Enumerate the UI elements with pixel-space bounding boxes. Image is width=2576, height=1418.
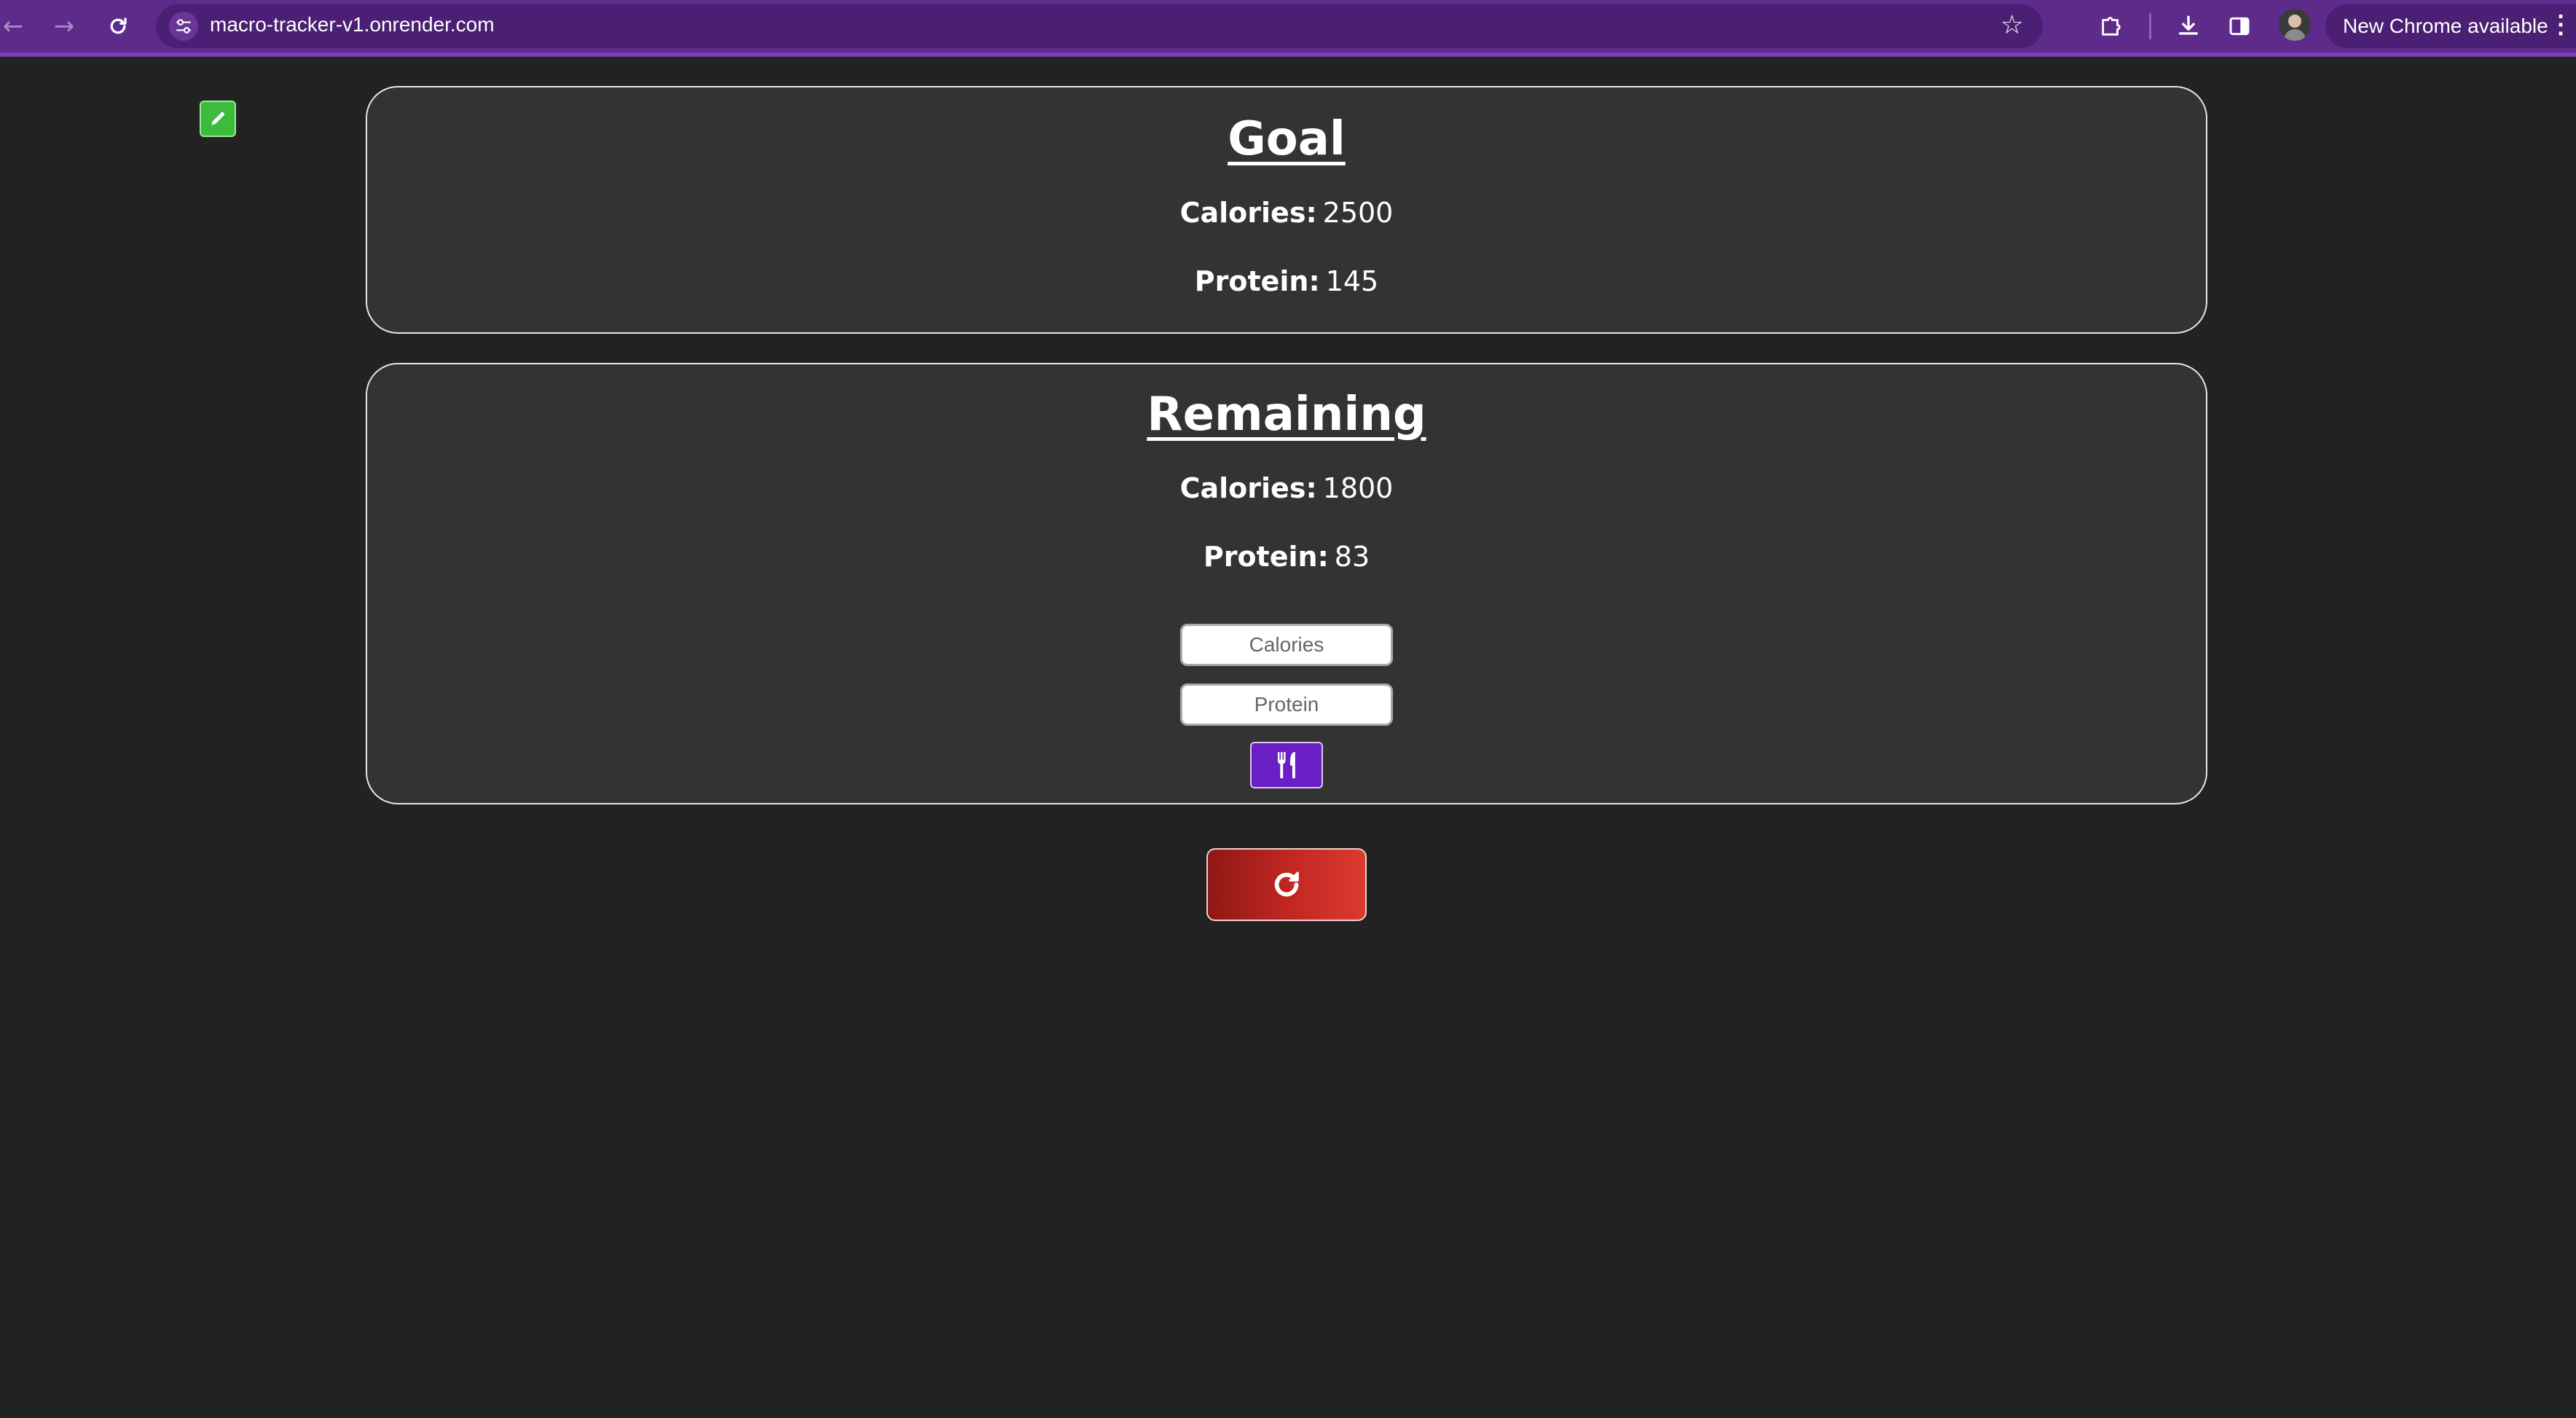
- download-icon: [2178, 15, 2199, 35]
- toolbar-underline: [0, 52, 2576, 57]
- downloads-button[interactable]: [2168, 6, 2209, 47]
- reset-button[interactable]: [1206, 848, 1367, 921]
- goal-protein-label: Protein:: [1194, 265, 1320, 297]
- goal-protein: Protein: 145: [367, 265, 2206, 297]
- goal-protein-value: 145: [1325, 265, 1379, 297]
- remaining-calories-value: 1800: [1322, 472, 1394, 504]
- remaining-calories-label: Calories:: [1179, 472, 1317, 504]
- protein-input[interactable]: [1180, 683, 1393, 726]
- address-bar[interactable]: macro-tracker-v1.onrender.com ☆: [156, 4, 2043, 48]
- update-chrome-button[interactable]: New Chrome available ⋮: [2325, 4, 2576, 48]
- extensions-button[interactable]: [2091, 6, 2132, 47]
- arrow-right-icon: →: [53, 12, 75, 41]
- reload-icon: [110, 17, 127, 34]
- update-label: New Chrome available: [2343, 15, 2548, 37]
- remaining-calories: Calories: 1800: [367, 472, 2206, 504]
- remaining-protein-value: 83: [1334, 541, 1370, 573]
- fork-knife-icon: [1278, 752, 1295, 778]
- side-panel-button[interactable]: [2219, 6, 2260, 47]
- log-meal-button[interactable]: [1250, 742, 1323, 788]
- edit-goal-button[interactable]: [200, 101, 236, 137]
- site-info-button[interactable]: [169, 12, 198, 41]
- tune-icon: [176, 19, 191, 34]
- remaining-card: Remaining Calories: 1800 Protein: 83: [366, 363, 2207, 804]
- goal-calories-label: Calories:: [1179, 197, 1317, 229]
- side-panel-icon: [2229, 17, 2250, 36]
- url-text: macro-tracker-v1.onrender.com: [210, 13, 495, 36]
- back-button[interactable]: ←: [0, 6, 34, 47]
- browser-toolbar: ← → macro-tracker-v1.onrender.com ☆ New …: [0, 0, 2576, 52]
- forward-button[interactable]: →: [44, 6, 85, 47]
- toolbar-divider: [2149, 13, 2151, 39]
- more-menu-icon[interactable]: ⋮: [2548, 10, 2573, 39]
- goal-card: Goal Calories: 2500 Protein: 145: [366, 86, 2207, 334]
- goal-title: Goal: [1228, 112, 1346, 166]
- remaining-protein: Protein: 83: [367, 541, 2206, 573]
- profile-avatar[interactable]: [2279, 9, 2311, 41]
- calories-input[interactable]: [1180, 624, 1393, 666]
- remaining-protein-label: Protein:: [1203, 541, 1329, 573]
- goal-calories-value: 2500: [1322, 197, 1394, 229]
- pencil-icon: [211, 111, 225, 125]
- puzzle-icon: [2102, 17, 2121, 36]
- bookmark-star-icon[interactable]: ☆: [2000, 10, 2024, 40]
- goal-calories: Calories: 2500: [367, 197, 2206, 229]
- reload-button[interactable]: [98, 6, 138, 47]
- arrow-left-icon: ←: [2, 12, 24, 41]
- remaining-title: Remaining: [1147, 388, 1426, 442]
- refresh-icon: [1274, 871, 1299, 897]
